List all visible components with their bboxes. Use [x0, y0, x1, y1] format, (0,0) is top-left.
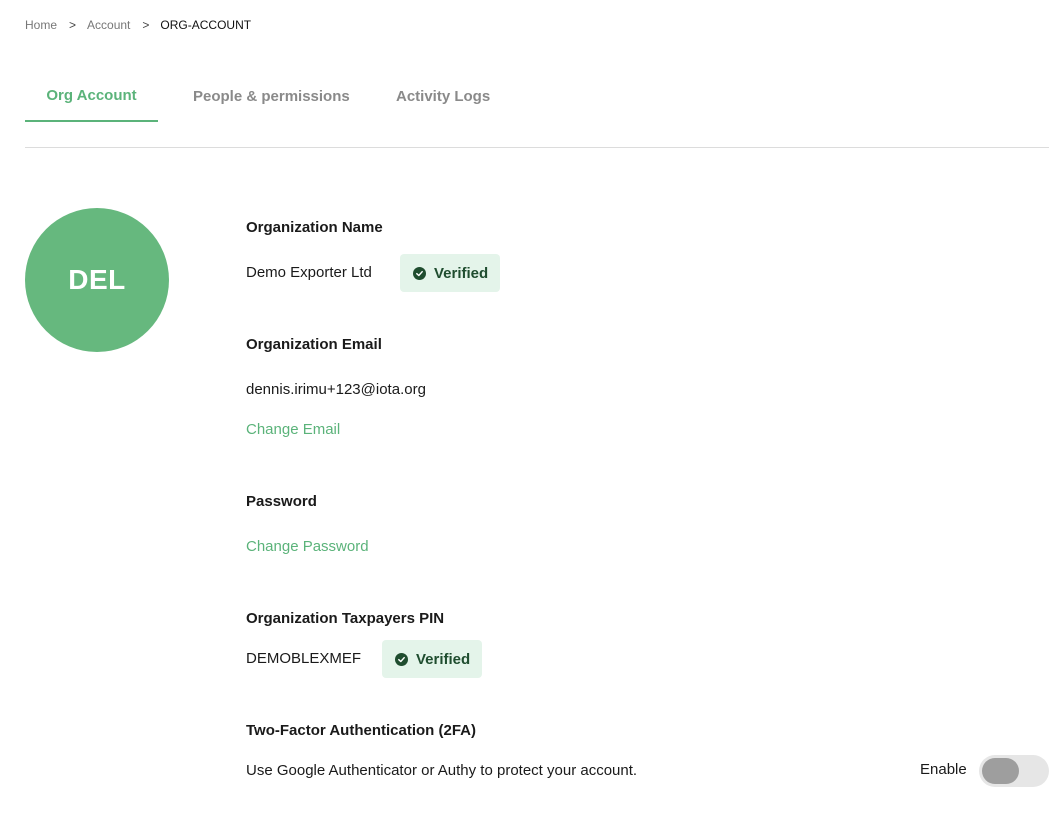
- enable-label: Enable: [920, 761, 967, 778]
- check-circle-icon: [413, 266, 426, 280]
- status-badge-text: Verified: [434, 264, 489, 282]
- status-badge-text: Verified: [416, 650, 471, 668]
- tab-activity-logs[interactable]: Activity Logs: [396, 70, 490, 122]
- tax-pin-verified-badge: Verified: [382, 640, 483, 678]
- org-email-label: Organization Email: [246, 336, 382, 353]
- org-email-value: dennis.irimu+123@iota.org: [246, 381, 426, 398]
- breadcrumb: Home > Account > ORG-ACCOUNT: [25, 18, 251, 32]
- breadcrumb-separator: >: [69, 18, 77, 32]
- two-factor-description: Use Google Authenticator or Authy to pro…: [246, 762, 638, 779]
- org-name-value: Demo Exporter Ltd: [246, 264, 372, 281]
- change-email-link[interactable]: Change Email: [246, 421, 340, 438]
- breadcrumb-separator: >: [142, 18, 150, 32]
- password-label: Password: [246, 493, 317, 510]
- org-name-verified-badge: Verified: [400, 254, 501, 292]
- breadcrumb-home[interactable]: Home: [25, 18, 57, 32]
- tax-pin-value: DEMOBLEXMEF: [246, 650, 362, 667]
- avatar: DEL: [25, 208, 169, 352]
- breadcrumb-current: ORG-ACCOUNT: [160, 18, 252, 32]
- change-password-link[interactable]: Change Password: [246, 538, 369, 555]
- tab-bar: Org Account People & permissions Activit…: [25, 70, 1049, 148]
- tax-pin-label: Organization Taxpayers PIN: [246, 610, 445, 627]
- org-name-label: Organization Name: [246, 219, 383, 236]
- breadcrumb-account[interactable]: Account: [87, 18, 130, 32]
- two-factor-toggle[interactable]: [979, 755, 1049, 787]
- tab-people-permissions[interactable]: People & permissions: [193, 70, 350, 122]
- tab-org-account[interactable]: Org Account: [25, 70, 158, 122]
- check-circle-icon: [395, 652, 408, 666]
- two-factor-label: Two-Factor Authentication (2FA): [246, 722, 476, 739]
- toggle-knob: [982, 758, 1019, 784]
